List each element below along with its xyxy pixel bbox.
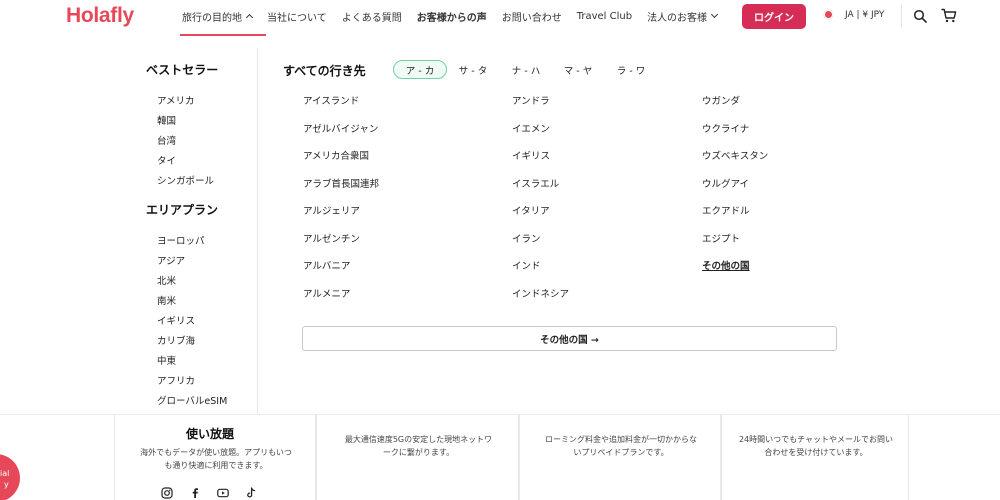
- logo[interactable]: Holafly: [66, 4, 134, 28]
- country-link[interactable]: イギリス: [512, 148, 550, 162]
- login-button[interactable]: ログイン: [742, 4, 806, 29]
- chevron-down-icon: [711, 10, 719, 19]
- bestseller-link[interactable]: 台湾: [157, 133, 176, 147]
- area-plan-link[interactable]: 北米: [157, 273, 176, 287]
- area-plan-link[interactable]: イギリス: [157, 313, 195, 327]
- area-plan-link[interactable]: カリブ海: [157, 333, 195, 347]
- country-link[interactable]: エジプト: [702, 231, 740, 245]
- destinations-mega-menu: ベストセラー アメリカ韓国台湾タイシンガポール エリアプラン ヨーロッパアジア北…: [0, 38, 1000, 414]
- country-link[interactable]: アイスランド: [303, 93, 359, 107]
- country-link[interactable]: アルジェリア: [303, 203, 360, 217]
- feature-title: 使い放題: [186, 427, 235, 441]
- country-link[interactable]: アルゼンチン: [303, 231, 360, 245]
- area-plans-heading: エリアプラン: [146, 203, 219, 217]
- japan-flag-icon[interactable]: [825, 11, 832, 18]
- other-countries-button[interactable]: その他の国 →: [302, 326, 837, 351]
- tab-ra-wa[interactable]: ラ - ワ: [610, 60, 652, 79]
- nav-destinations[interactable]: 旅行の目的地: [180, 9, 266, 36]
- tab-a-ka[interactable]: ア - カ: [393, 60, 447, 79]
- nav-business[interactable]: 法人のお客様: [647, 9, 719, 24]
- tab-sa-ta[interactable]: サ - タ: [452, 60, 494, 79]
- area-plan-link[interactable]: グローバルeSIM: [157, 393, 227, 407]
- country-link[interactable]: インドネシア: [512, 286, 569, 300]
- country-link[interactable]: ウルグアイ: [702, 176, 749, 190]
- locale-selector[interactable]: JA | ¥ JPY: [845, 10, 884, 20]
- bestseller-link[interactable]: シンガポール: [157, 173, 214, 187]
- feature-card: 24時間いつでもチャットやメールでお問い 合わせを受け付けています。: [721, 415, 909, 500]
- area-plan-link[interactable]: ヨーロッパ: [157, 233, 205, 247]
- feature-text: 最大通信速度5Gの安定した現地ネットワ ークに繋がります。: [344, 435, 493, 457]
- country-link[interactable]: アラブ首長国連邦: [303, 176, 379, 190]
- country-link[interactable]: アルバニア: [303, 258, 350, 272]
- country-link[interactable]: イラン: [512, 231, 541, 245]
- country-link[interactable]: インド: [512, 258, 541, 272]
- search-icon[interactable]: [913, 9, 927, 23]
- nav-reviews[interactable]: お客様からの声: [417, 9, 487, 24]
- feature-text: 海外でもデータが使い放題。アプリもいつ も通り快適に利用できます。: [140, 448, 292, 470]
- features-section: 使い放題 海外でもデータが使い放題。アプリもいつ も通り快適に利用できます。 最…: [0, 414, 1000, 500]
- feature-text: 24時間いつでもチャットやメールでお問い 合わせを受け付けています。: [738, 435, 894, 457]
- country-link[interactable]: ウズベキスタン: [702, 148, 768, 162]
- country-link[interactable]: アゼルバイジャン: [303, 121, 378, 135]
- nav-travel-club[interactable]: Travel Club: [577, 9, 632, 23]
- country-link[interactable]: アルメニア: [303, 286, 350, 300]
- feature-card: 最大通信速度5Gの安定した現地ネットワ ークに繋がります。: [316, 415, 519, 500]
- all-destinations-heading: すべての行き先: [283, 64, 366, 78]
- bestseller-link[interactable]: アメリカ: [157, 93, 195, 107]
- cart-icon[interactable]: [941, 8, 957, 23]
- youtube-icon[interactable]: [217, 487, 229, 499]
- area-plan-link[interactable]: 南米: [157, 293, 176, 307]
- tab-na-ha[interactable]: ナ - ハ: [505, 60, 547, 79]
- bestseller-link[interactable]: 韓国: [157, 113, 176, 127]
- feature-card: ローミング料金や追加料金が一切かからな いプリペイドプランです。: [519, 415, 721, 500]
- country-link[interactable]: アメリカ合衆国: [303, 148, 369, 162]
- nav-about[interactable]: 当社について: [267, 9, 327, 24]
- feature-card: 使い放題 海外でもデータが使い放題。アプリもいつ も通り快適に利用できます。: [114, 415, 316, 500]
- main-nav: 旅行の目的地 当社について よくある質問 お客様からの声 お問い合わせ Trav…: [180, 9, 732, 36]
- tiktok-icon[interactable]: [245, 487, 257, 499]
- facebook-icon[interactable]: [189, 487, 201, 499]
- area-plan-link[interactable]: アフリカ: [157, 373, 195, 387]
- nav-contact[interactable]: お問い合わせ: [502, 9, 562, 24]
- country-link[interactable]: エクアドル: [702, 203, 750, 217]
- bestsellers-heading: ベストセラー: [146, 63, 219, 77]
- nav-faq[interactable]: よくある質問: [342, 9, 402, 24]
- country-link[interactable]: ウクライナ: [702, 121, 749, 135]
- site-header: Holafly 旅行の目的地 当社について よくある質問 お客様からの声 お問い…: [0, 0, 1000, 38]
- feature-text: ローミング料金や追加料金が一切かからな いプリペイドプランです。: [545, 435, 697, 457]
- instagram-icon[interactable]: [161, 487, 173, 499]
- chevron-up-icon: [245, 13, 254, 21]
- country-link[interactable]: イタリア: [512, 203, 550, 217]
- header-divider: [901, 5, 902, 27]
- country-link[interactable]: ウガンダ: [702, 93, 740, 107]
- country-link[interactable]: アンドラ: [512, 93, 550, 107]
- tab-ma-ya[interactable]: マ - ヤ: [557, 60, 599, 79]
- area-plan-link[interactable]: 中東: [157, 353, 176, 367]
- country-link[interactable]: その他の国: [702, 258, 750, 272]
- bestseller-link[interactable]: タイ: [157, 153, 176, 167]
- column-divider: [257, 48, 258, 414]
- country-link[interactable]: イスラエル: [512, 176, 559, 190]
- country-link[interactable]: イエメン: [512, 121, 550, 135]
- area-plan-link[interactable]: アジア: [157, 253, 185, 267]
